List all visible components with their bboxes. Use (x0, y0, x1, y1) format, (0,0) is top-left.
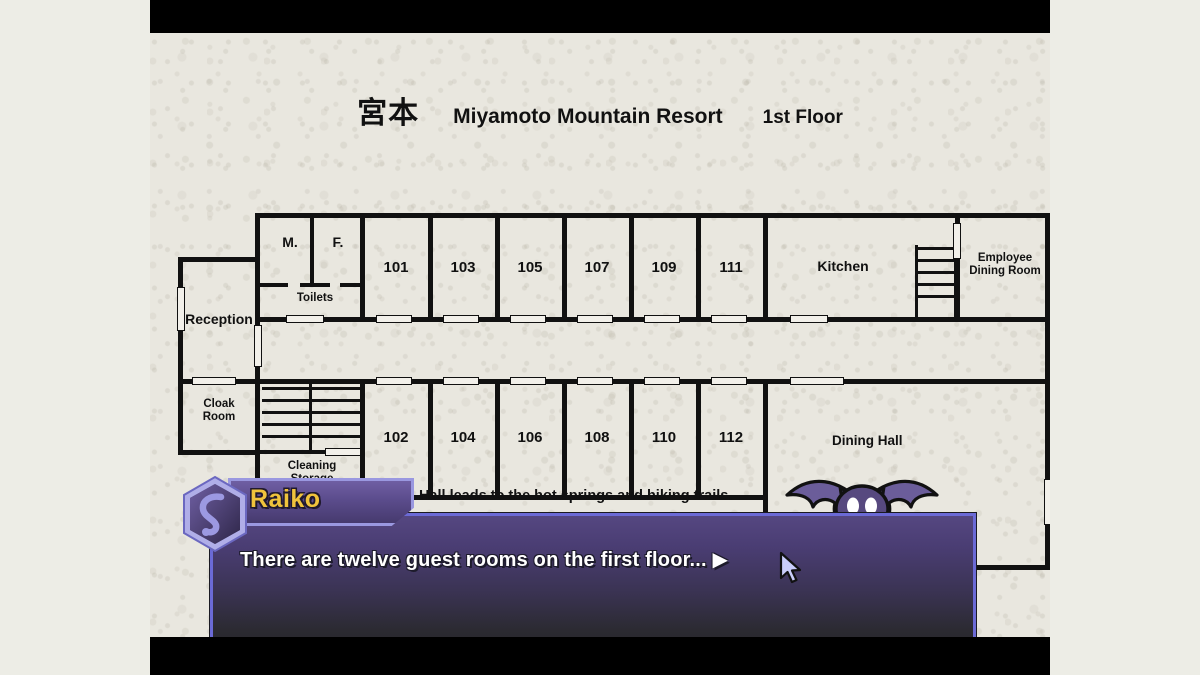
room-label-111: 111 (719, 259, 743, 276)
room-label-112: 112 (718, 429, 744, 446)
door-102 (376, 377, 412, 385)
room-label-105: 105 (517, 259, 543, 276)
room-label-110: 110 (651, 429, 677, 446)
wall-toilets-bottom-left (260, 283, 288, 287)
room-label-106: 106 (517, 429, 543, 446)
door-103 (443, 315, 479, 323)
letterbox-right (1050, 0, 1200, 675)
room-label-108: 108 (584, 429, 610, 446)
wall-reception-top (178, 257, 260, 262)
letterbox-top-bar (150, 0, 1050, 33)
dialogue-panel[interactable]: There are twelve guest rooms on the firs… (180, 475, 976, 637)
door-112 (711, 377, 747, 385)
wall-toilets-bottom-mid (300, 283, 330, 287)
stair-step (915, 271, 957, 274)
mouse-cursor (779, 551, 802, 584)
door-109 (644, 315, 680, 323)
wall-div-111-kitchen (763, 213, 768, 322)
wall-div-toilets-101 (360, 213, 365, 322)
door-104 (443, 377, 479, 385)
stair-step (262, 399, 360, 402)
dialogue-box[interactable] (210, 513, 976, 637)
stair-step (262, 387, 360, 390)
title-resort-name: Miyamoto Mountain Resort (453, 105, 723, 128)
room-label-kitchen: Kitchen (817, 258, 869, 274)
title-floor: 1st Floor (762, 107, 843, 128)
room-label-101: 101 (383, 259, 409, 276)
title-kanji: 宮本 (357, 96, 420, 131)
speaker-emblem-icon (183, 475, 247, 553)
room-label-107: 107 (584, 259, 610, 276)
stair-rail (915, 245, 918, 319)
room-label-104: 104 (450, 429, 476, 446)
door-kitchen (790, 315, 828, 323)
door-cleaning-storage (325, 448, 361, 456)
door-101 (376, 315, 412, 323)
door-employee-dining-stairs (953, 223, 961, 259)
door-cloak-room (192, 377, 236, 385)
dialogue-text: There are twelve guest rooms on the firs… (240, 549, 729, 571)
stair-step (262, 435, 360, 438)
stair-step (915, 283, 957, 286)
room-label-women: F. (332, 234, 344, 250)
room-label-109: 109 (651, 259, 677, 276)
door-dining-hall-corridor (790, 377, 844, 385)
stair-step (915, 295, 957, 298)
room-label-reception: Reception (185, 311, 253, 327)
door-110 (644, 377, 680, 385)
door-106 (510, 377, 546, 385)
screen-root: 宮本 Miyamoto Mountain Resort 1st Floor M.… (0, 0, 1200, 675)
door-108 (577, 377, 613, 385)
wall-div-toilet-m-f (310, 213, 314, 285)
door-111 (711, 315, 747, 323)
map-title-row: 宮本 Miyamoto Mountain Resort 1st Floor (150, 88, 1050, 132)
door-107 (577, 315, 613, 323)
letterbox-bottom-bar (150, 637, 1050, 675)
wall-top-outer (255, 213, 1050, 218)
room-label-dining-hall: Dining Hall (832, 433, 903, 448)
room-label-employee-dining: Employee Dining Room (969, 252, 1041, 278)
door-dining-hall-exterior (1044, 479, 1050, 525)
stairs-kitchen (915, 227, 957, 319)
stair-step (915, 247, 957, 250)
stair-step (915, 259, 957, 262)
stair-step (262, 411, 360, 414)
door-toilets (286, 315, 324, 323)
wall-toilets-bottom-right (340, 283, 365, 287)
door-105 (510, 315, 546, 323)
room-label-cloak-room: Cloak Room (202, 398, 236, 424)
game-viewport: 宮本 Miyamoto Mountain Resort 1st Floor M.… (150, 33, 1050, 637)
speaker-name: Raiko (250, 485, 321, 513)
stair-rail (309, 383, 312, 451)
room-label-men: M. (282, 234, 298, 250)
door-reception-corridor (254, 325, 262, 367)
letterbox-left (0, 0, 150, 675)
room-label-toilets: Toilets (296, 292, 334, 304)
wall-cloak-bottom (178, 450, 260, 455)
room-label-103: 103 (450, 259, 476, 276)
stair-step (262, 423, 360, 426)
room-label-102: 102 (383, 429, 409, 446)
stairs-cleaning-storage (262, 383, 360, 451)
